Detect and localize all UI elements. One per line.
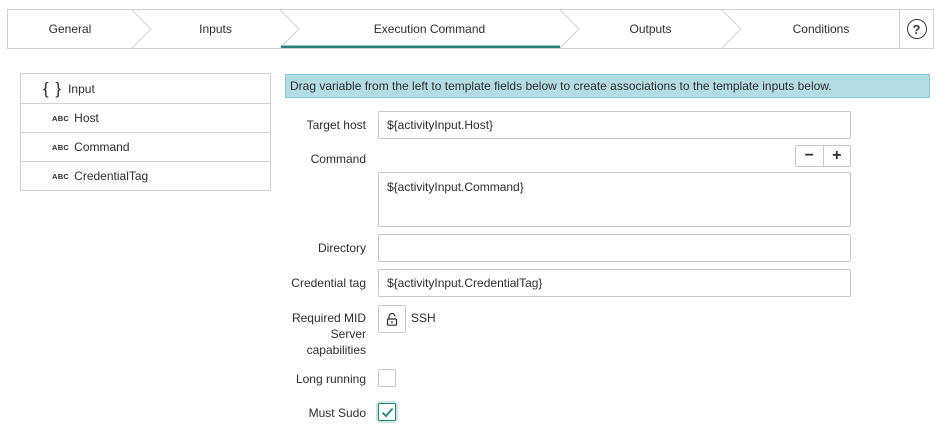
directory-field[interactable] bbox=[378, 234, 851, 262]
plus-icon[interactable]: + bbox=[824, 146, 851, 166]
capabilities-label-line: Required MID bbox=[291, 311, 366, 325]
step-outputs[interactable]: Outputs bbox=[579, 10, 722, 48]
string-type-icon: ABC bbox=[52, 142, 70, 152]
step-inputs[interactable]: Inputs bbox=[151, 10, 280, 48]
capabilities-label-line: Server bbox=[330, 327, 366, 341]
string-type-icon: ABC bbox=[52, 113, 70, 123]
variable-host[interactable]: ABC Host bbox=[21, 103, 270, 132]
variable-label: Input bbox=[68, 81, 95, 96]
command-resize-controls: − + bbox=[795, 145, 851, 167]
long-running-label: Long running bbox=[295, 372, 366, 386]
step-conditions[interactable]: Conditions bbox=[741, 10, 901, 48]
target-host-field[interactable]: ${activityInput.Host} bbox=[378, 111, 851, 139]
capabilities-value: SSH bbox=[411, 311, 436, 325]
must-sudo-label: Must Sudo bbox=[308, 406, 366, 420]
help-icon: ? bbox=[906, 19, 927, 39]
credential-tag-field[interactable]: ${activityInput.CredentialTag} bbox=[378, 269, 851, 297]
unlock-icon bbox=[386, 312, 398, 326]
step-general[interactable]: General bbox=[8, 10, 132, 48]
help-button[interactable]: ? bbox=[899, 10, 933, 48]
capabilities-label-line: capabilities bbox=[306, 343, 366, 357]
variable-credential-tag[interactable]: ABC CredentialTag bbox=[21, 161, 270, 190]
variable-label: Command bbox=[74, 140, 130, 154]
minus-icon[interactable]: − bbox=[796, 146, 824, 166]
braces-icon: { } bbox=[43, 78, 63, 98]
command-label: Command bbox=[310, 152, 366, 166]
variable-command[interactable]: ABC Command bbox=[21, 132, 270, 161]
variable-input-root[interactable]: { } Input bbox=[21, 74, 270, 103]
step-execution-command[interactable]: Execution Command bbox=[299, 10, 560, 48]
input-variable-list: { } Input ABC Host ABC Command ABC Crede… bbox=[20, 73, 271, 191]
command-field[interactable]: ${activityInput.Command} bbox=[378, 172, 851, 227]
capabilities-lock-button[interactable] bbox=[378, 305, 406, 333]
checkmark-icon bbox=[381, 407, 393, 417]
long-running-checkbox[interactable] bbox=[378, 369, 396, 387]
capabilities-label: Required MID Server capabilities bbox=[292, 310, 366, 358]
wizard-step-bar: General Inputs Execution Command Outputs… bbox=[7, 9, 934, 49]
must-sudo-checkbox[interactable] bbox=[378, 403, 396, 421]
info-banner: Drag variable from the left to template … bbox=[285, 74, 930, 98]
target-host-label: Target host bbox=[306, 118, 366, 132]
variable-label: Host bbox=[74, 111, 99, 125]
variable-label: CredentialTag bbox=[74, 169, 149, 183]
string-type-icon: ABC bbox=[52, 171, 70, 181]
credential-tag-label: Credential tag bbox=[291, 276, 366, 290]
directory-label: Directory bbox=[317, 241, 366, 255]
